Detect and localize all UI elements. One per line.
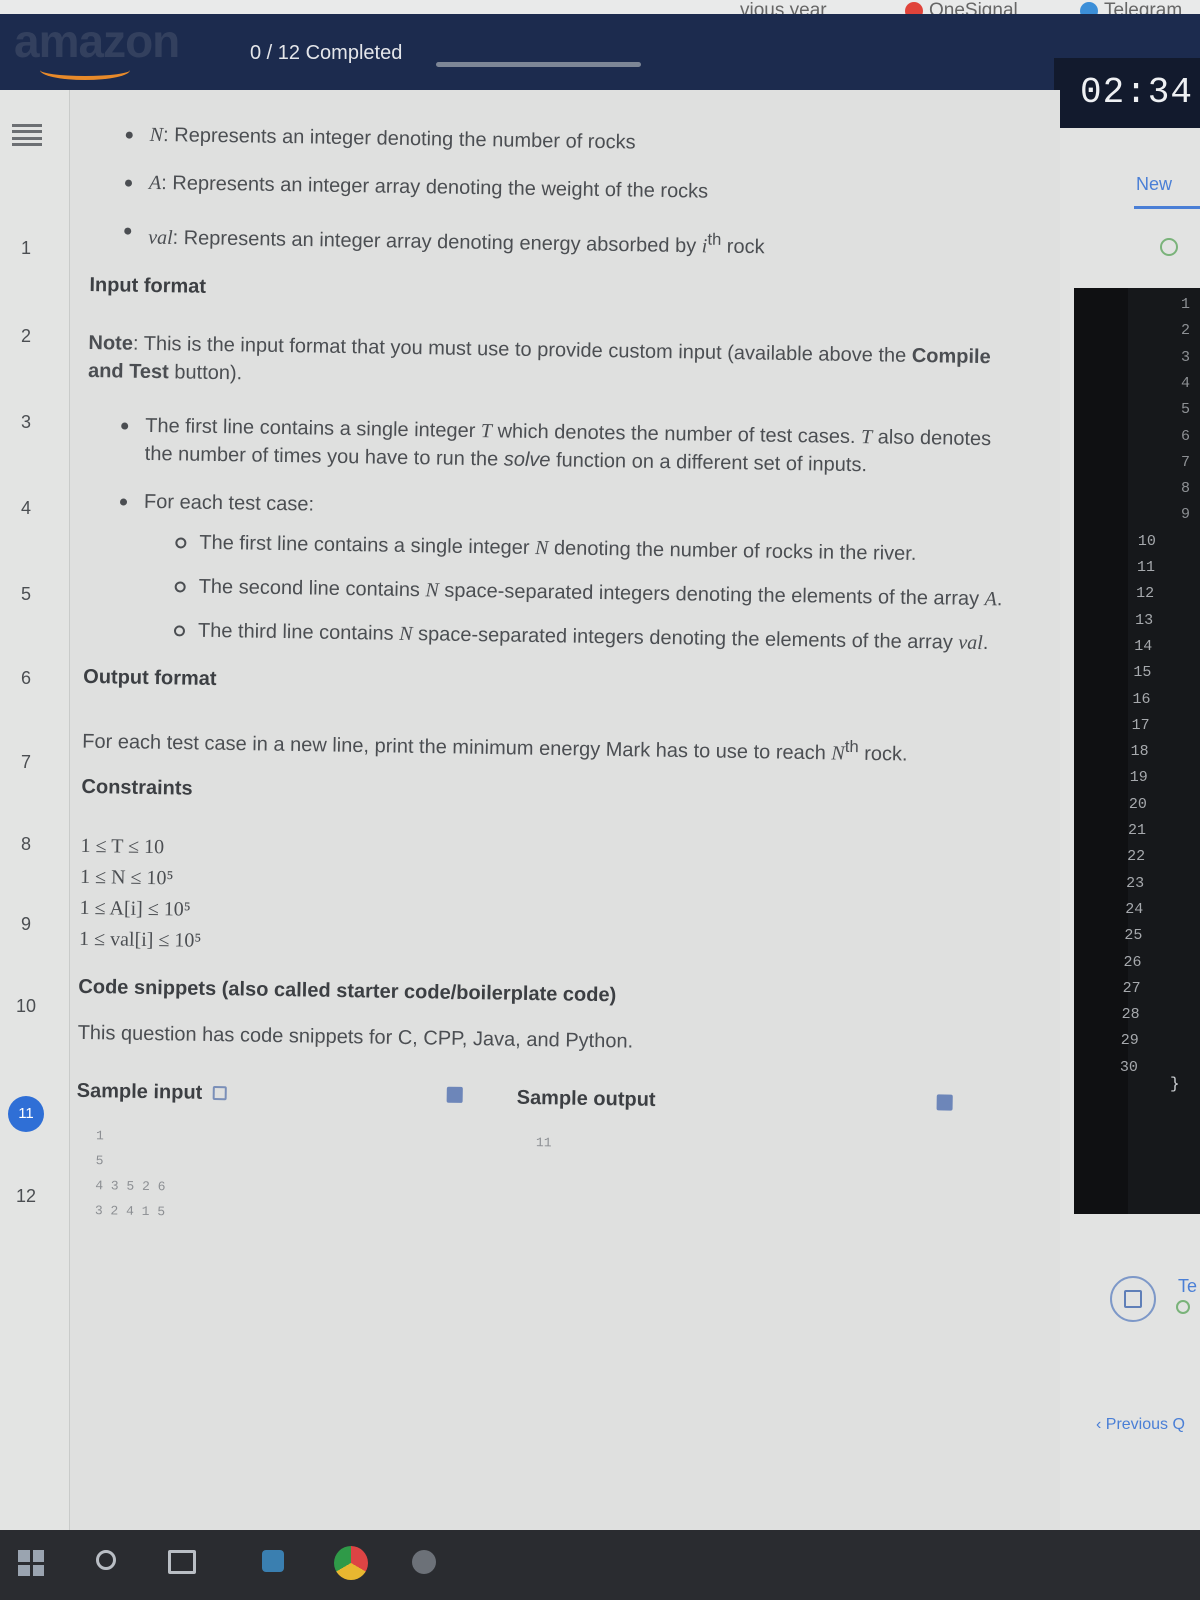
copy-sample-output-icon[interactable] [936, 1094, 953, 1111]
code-snippets-heading: Code snippets (also called starter code/… [78, 976, 617, 1007]
input-first-line: The first line contains a single integer… [117, 411, 1008, 481]
editor-line-number: 28 [1121, 1006, 1140, 1024]
question-number-5[interactable]: 5 [8, 584, 44, 605]
amazon-logo-smile [40, 60, 130, 80]
editor-line-number: 6 [1180, 427, 1190, 445]
test-status-icon [1176, 1300, 1190, 1314]
question-number-1[interactable]: 1 [8, 238, 44, 259]
test-case-line-2: The second line contains N space-separat… [170, 572, 1004, 613]
editor-line-number: 14 [1134, 637, 1153, 655]
question-number-4[interactable]: 4 [8, 498, 44, 519]
editor-line-number: 12 [1136, 585, 1155, 603]
menu-icon[interactable] [12, 124, 42, 146]
editor-line-number: 5 [1180, 401, 1190, 419]
edge-browser-icon[interactable] [262, 1550, 284, 1572]
param-n: N: Represents an integer denoting the nu… [122, 120, 1012, 162]
editor-line-number: 15 [1133, 664, 1152, 682]
tab-new-underline [1134, 206, 1200, 209]
question-number-6[interactable]: 6 [8, 668, 44, 689]
test-case-line-1: The first line contains a single integer… [171, 528, 1005, 569]
windows-start-icon[interactable] [18, 1550, 44, 1576]
question-number-2[interactable]: 2 [8, 326, 44, 347]
parameter-list: N: Represents an integer denoting the nu… [120, 120, 1012, 265]
editor-line-number: 29 [1120, 1032, 1139, 1050]
question-number-11[interactable]: 11 [8, 1096, 44, 1132]
task-view-icon[interactable] [168, 1550, 196, 1574]
question-number-7[interactable]: 7 [8, 752, 44, 773]
editor-line-number: 9 [1180, 506, 1190, 524]
constraints-heading: Constraints [81, 776, 193, 800]
question-number-9[interactable]: 9 [8, 914, 44, 935]
sample-input-block: Sample input 1 5 4 3 5 2 6 3 2 4 1 5 [75, 1077, 517, 1230]
editor-line-number: 1 [1180, 296, 1190, 313]
input-format-list: The first line contains a single integer… [114, 411, 1008, 657]
problem-statement-panel: N: Represents an integer denoting the nu… [70, 90, 1110, 1530]
editor-line-number: 23 [1126, 874, 1145, 892]
copy-sample-input-icon[interactable] [446, 1087, 463, 1104]
test-results-label[interactable]: Te [1178, 1276, 1197, 1297]
question-number-12[interactable]: 12 [8, 1186, 44, 1207]
editor-line-number: 11 [1136, 559, 1155, 576]
constraints-list: 1 ≤ T ≤ 10 1 ≤ N ≤ 10⁵ 1 ≤ A[i] ≤ 10⁵ 1 … [79, 831, 1001, 969]
countdown-timer: 02:34: [1080, 72, 1200, 113]
sample-io: Sample input 1 5 4 3 5 2 6 3 2 4 1 5 Sam… [75, 1077, 997, 1237]
test-results-icon[interactable] [1110, 1276, 1156, 1322]
previous-question-link[interactable]: ‹ Previous Q [1096, 1416, 1185, 1434]
editor-line-number: 10 [1137, 532, 1156, 550]
editor-line-number: 7 [1180, 453, 1190, 471]
param-a: A: Represents an integer array denoting … [121, 168, 1011, 210]
editor-line-number: 25 [1124, 927, 1143, 945]
output-format-text: For each test case in a new line, print … [82, 730, 908, 766]
test-case-lines: The first line contains a single integer… [170, 528, 1006, 657]
question-number-3[interactable]: 3 [8, 412, 44, 433]
output-format-heading: Output format [83, 665, 217, 690]
editor-line-number: 2 [1180, 322, 1190, 340]
progress-label: 0 / 12 Completed [250, 42, 403, 64]
search-icon[interactable] [96, 1550, 116, 1570]
code-snippets-text: This question has code snippets for C, C… [77, 1022, 634, 1053]
param-val: val: Represents an integer array denotin… [120, 216, 1010, 265]
editor-line-number: 4 [1180, 374, 1190, 392]
tab-new[interactable]: New [1136, 174, 1172, 195]
editor-line-number: 18 [1130, 743, 1149, 761]
input-each-case: For each test case: The first line conta… [114, 487, 1006, 657]
problem-statement: N: Represents an integer denoting the nu… [75, 120, 1012, 1238]
editor-line-number: 19 [1129, 769, 1148, 787]
editor-line-number: 30 [1119, 1058, 1138, 1076]
editor-line-number: 16 [1132, 690, 1151, 708]
editor-line-number: 27 [1122, 979, 1141, 997]
sample-input-open-icon[interactable] [212, 1086, 227, 1101]
sample-output-block: Sample output 11 [515, 1084, 957, 1237]
editor-line-number: 8 [1180, 480, 1190, 498]
question-number-8[interactable]: 8 [8, 834, 44, 855]
editor-line-number: 20 [1128, 795, 1147, 813]
input-format-heading: Input format [89, 273, 207, 298]
editor-line-number: 24 [1125, 900, 1144, 918]
chrome-icon[interactable] [334, 1546, 368, 1580]
refresh-icon[interactable] [1160, 238, 1178, 256]
question-number-10[interactable]: 10 [8, 996, 44, 1017]
input-note: Note: This is the input format that you … [87, 331, 991, 385]
sample-output-label: Sample output [516, 1087, 656, 1112]
editor-line-number: 21 [1127, 822, 1146, 839]
editor-line-number: 3 [1180, 348, 1190, 366]
app-icon[interactable] [412, 1550, 436, 1574]
sample-input-label: Sample input [76, 1080, 203, 1105]
editor-line-number: 13 [1135, 611, 1154, 629]
question-navigator [0, 90, 70, 1530]
editor-line-number: 22 [1127, 848, 1146, 866]
sample-output-text: 11 [535, 1135, 552, 1151]
editor-closing-brace: } [1170, 1075, 1180, 1093]
editor-line-number: 17 [1131, 716, 1150, 734]
sample-input-text: 1 5 4 3 5 2 6 3 2 4 1 5 [94, 1128, 166, 1220]
test-case-line-3: The third line contains N space-separate… [170, 616, 1004, 657]
editor-line-number: 26 [1123, 953, 1142, 971]
progress-bar [436, 62, 641, 67]
